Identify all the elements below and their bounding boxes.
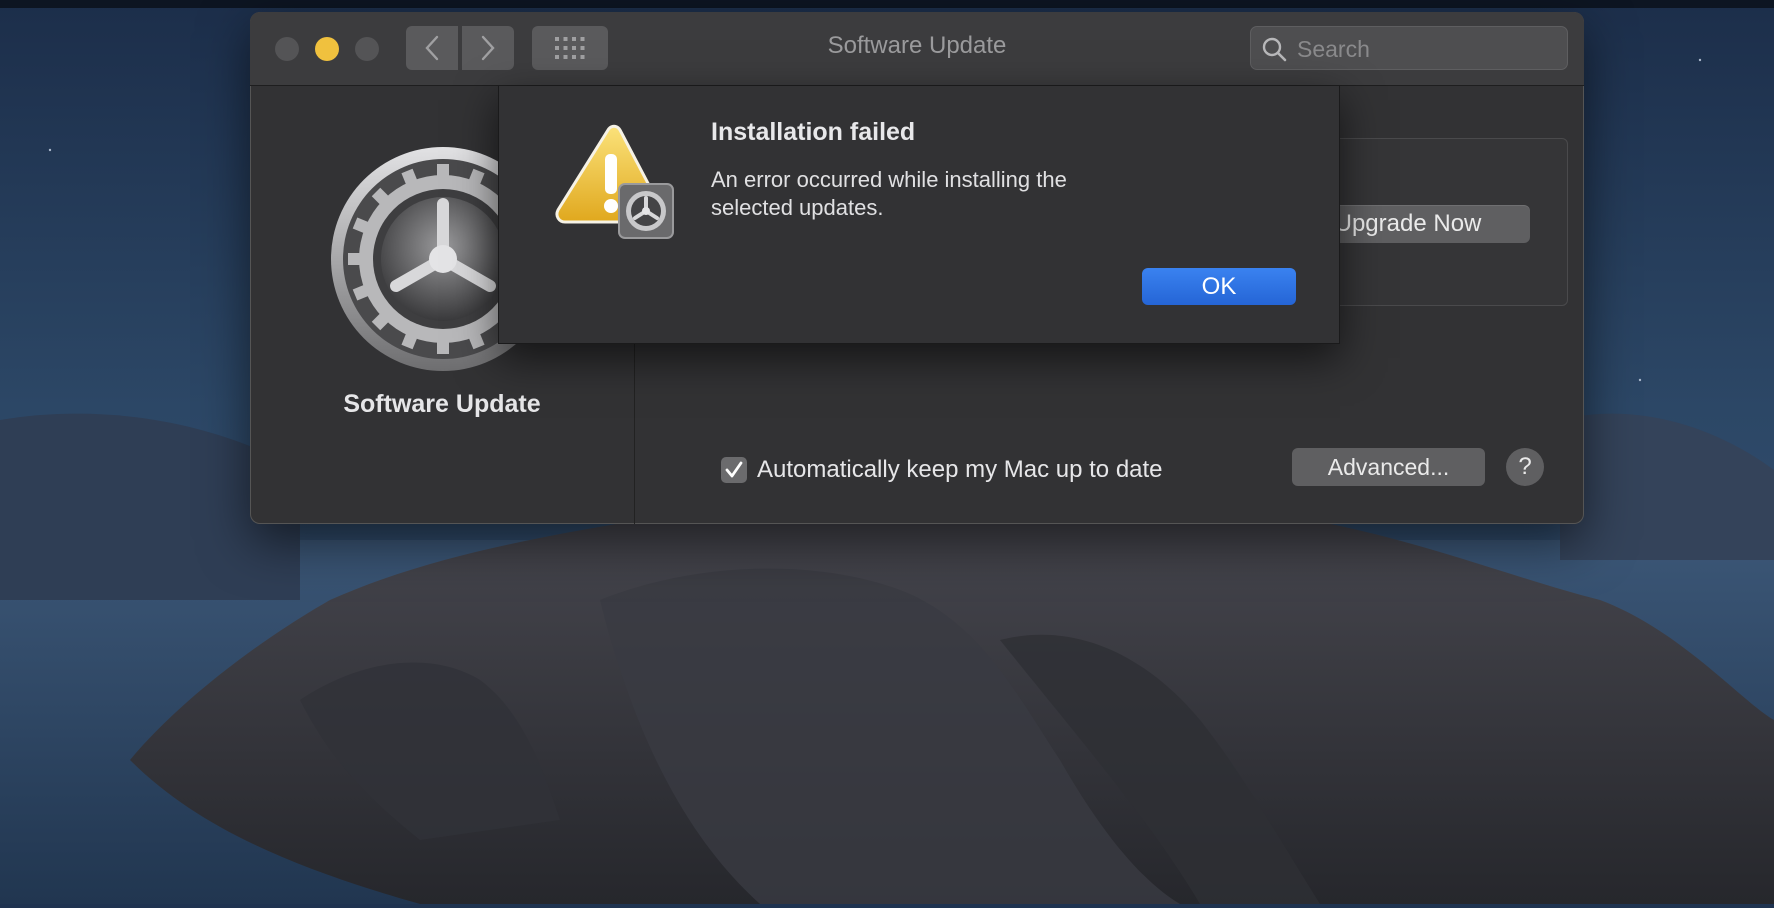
menu-bar bbox=[0, 0, 1774, 8]
search-icon bbox=[1262, 37, 1287, 62]
alert-message: An error occurred while installing the s… bbox=[711, 167, 1067, 220]
auto-update-label: Automatically keep my Mac up to date bbox=[757, 456, 1163, 483]
advanced-button[interactable]: Advanced... bbox=[1292, 448, 1485, 486]
sidebar-title: Software Update bbox=[343, 390, 541, 418]
alert-sheet: Installation failed An error occurred wh… bbox=[498, 86, 1340, 344]
search-input[interactable] bbox=[1295, 27, 1559, 71]
ok-button[interactable]: OK bbox=[1142, 268, 1296, 305]
alert-title: Installation failed bbox=[711, 118, 916, 146]
auto-update-row: Automatically keep my Mac up to date bbox=[721, 450, 1163, 490]
checkmark-icon bbox=[725, 461, 743, 478]
search-field[interactable] bbox=[1250, 26, 1568, 71]
auto-update-checkbox[interactable] bbox=[721, 457, 747, 483]
title-bar: Software Update bbox=[250, 12, 1584, 86]
warning-icon bbox=[555, 124, 674, 239]
help-button[interactable]: ? bbox=[1506, 448, 1544, 486]
